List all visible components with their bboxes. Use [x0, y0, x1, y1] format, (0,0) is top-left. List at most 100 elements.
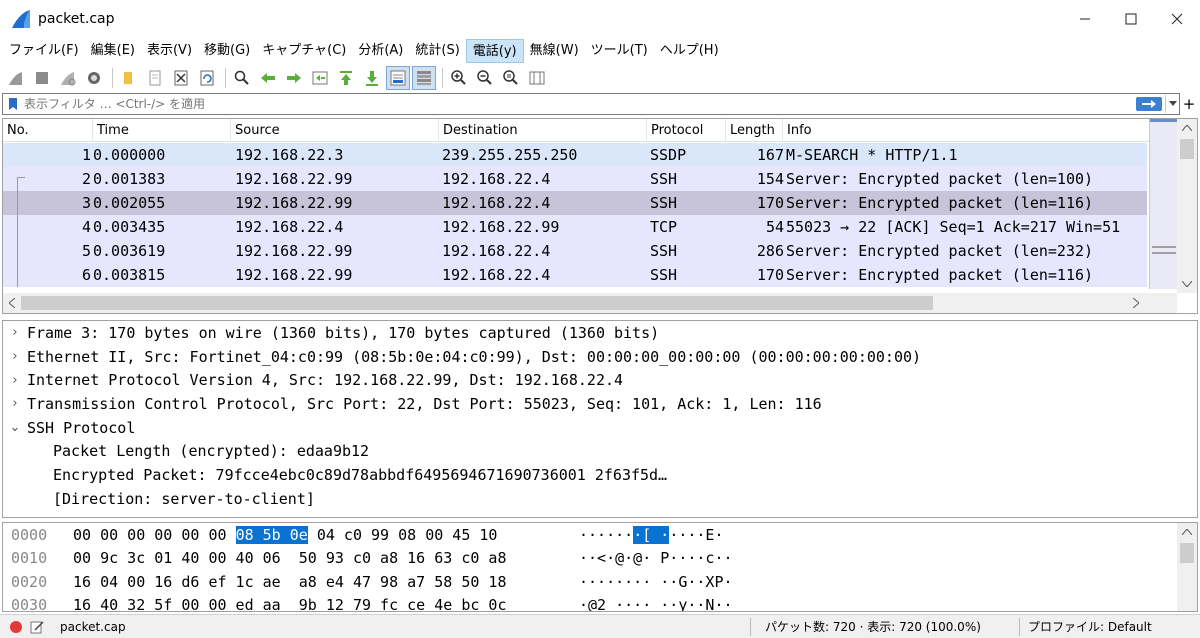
stop-capture-button[interactable]: [30, 66, 54, 90]
menu-capture[interactable]: キャプチャ(C): [256, 39, 352, 63]
status-packet-stats: パケット数: 720 · 表示: 720 (100.0%): [765, 620, 981, 634]
tree-item-ipv4[interactable]: › Internet Protocol Version 4, Src: 192.…: [3, 368, 1197, 392]
collapse-arrow-icon[interactable]: ⌄: [3, 420, 27, 435]
restart-capture-button[interactable]: [56, 66, 80, 90]
packet-row[interactable]: 6 0.003815 192.168.22.99 192.168.22.4 SS…: [3, 263, 1147, 287]
column-header-length[interactable]: Length: [726, 119, 783, 142]
reload-button[interactable]: [195, 66, 219, 90]
find-packet-button[interactable]: [230, 66, 254, 90]
menu-go[interactable]: 移動(G): [198, 39, 256, 63]
add-filter-button[interactable]: +: [1181, 96, 1197, 112]
resize-columns-button[interactable]: [525, 66, 549, 90]
go-to-packet-button[interactable]: [308, 66, 332, 90]
tree-item-ethernet[interactable]: › Ethernet II, Src: Fortinet_04:c0:99 (0…: [3, 345, 1197, 369]
tree-item-direction[interactable]: [Direction: server-to-client]: [3, 487, 1197, 511]
column-header-no[interactable]: No.: [3, 119, 93, 142]
tree-item-label: Internet Protocol Version 4, Src: 192.16…: [27, 371, 624, 390]
first-packet-button[interactable]: [334, 66, 358, 90]
menu-edit[interactable]: 編集(E): [85, 39, 141, 63]
byte-row[interactable]: 0000 00 00 00 00 00 00 08 5b 0e 04 c0 99…: [3, 523, 1197, 547]
search-icon: [234, 70, 249, 85]
tree-item-label: Transmission Control Protocol, Src Port:…: [27, 394, 822, 413]
byte-row[interactable]: 0010 00 9c 3c 01 40 00 40 06 50 93 c0 a8…: [3, 547, 1197, 571]
scroll-thumb[interactable]: [21, 296, 933, 310]
tree-item-ssh[interactable]: ⌄ SSH Protocol: [3, 416, 1197, 440]
capture-options-button[interactable]: [82, 66, 106, 90]
packet-row[interactable]: 1 0.000000 192.168.22.3 239.255.255.250 …: [3, 143, 1147, 167]
byte-offset: 0010: [11, 549, 48, 568]
start-capture-button[interactable]: [4, 66, 28, 90]
column-header-time[interactable]: Time: [93, 119, 231, 142]
byte-row[interactable]: 0020 16 04 00 16 d6 ef 1c ae a8 e4 47 98…: [3, 570, 1197, 594]
packet-row[interactable]: 4 0.003435 192.168.22.4 192.168.22.99 TC…: [3, 215, 1147, 239]
chevron-up-icon[interactable]: [1177, 119, 1197, 137]
toolbar-separator: [225, 68, 226, 88]
expand-arrow-icon[interactable]: ›: [3, 396, 27, 411]
scroll-thumb[interactable]: [1180, 543, 1194, 563]
go-back-button[interactable]: [256, 66, 280, 90]
packet-row[interactable]: 2 0.001383 192.168.22.99 192.168.22.4 SS…: [3, 167, 1147, 191]
expand-arrow-icon[interactable]: ›: [3, 373, 27, 388]
minimize-button[interactable]: [1062, 0, 1108, 38]
bookmark-icon[interactable]: [6, 97, 20, 111]
packet-minimap[interactable]: [1149, 119, 1178, 289]
tree-item-frame[interactable]: › Frame 3: 170 bytes on wire (1360 bits)…: [3, 321, 1197, 345]
chevron-up-icon[interactable]: [1177, 523, 1197, 541]
tree-item-tcp[interactable]: › Transmission Control Protocol, Src Por…: [3, 392, 1197, 416]
scroll-thumb[interactable]: [1180, 139, 1194, 159]
close-file-icon: [174, 70, 188, 86]
column-header-protocol[interactable]: Protocol: [647, 119, 726, 142]
packet-info: 55023 → 22 [ACK] Seq=1 Ack=217 Win=51: [786, 218, 1121, 236]
close-icon: [1171, 13, 1183, 25]
column-header-source[interactable]: Source: [231, 119, 439, 142]
menu-statistics[interactable]: 統計(S): [409, 39, 465, 63]
chevron-down-icon[interactable]: [1177, 275, 1197, 293]
zoom-in-button[interactable]: [447, 66, 471, 90]
expand-arrow-icon[interactable]: ›: [3, 349, 27, 364]
packet-row-selected[interactable]: 3 0.002055 192.168.22.99 192.168.22.4 SS…: [3, 191, 1147, 215]
tree-item-packet-length[interactable]: Packet Length (encrypted): edaa9b12: [3, 439, 1197, 463]
open-file-button[interactable]: [117, 66, 141, 90]
packet-row[interactable]: 5 0.003619 192.168.22.99 192.168.22.4 SS…: [3, 239, 1147, 263]
reload-icon: [200, 70, 214, 86]
capture-status-icon[interactable]: [10, 620, 22, 633]
byte-row[interactable]: 0030 16 40 32 5f 00 00 ed aa 9b 12 79 fc…: [3, 594, 1197, 611]
packet-list-hscroll[interactable]: [3, 293, 1177, 313]
autoscroll-button[interactable]: [386, 66, 410, 90]
apply-filter-button[interactable]: [1136, 97, 1162, 111]
edit-comment-icon[interactable]: [30, 620, 44, 634]
status-profile[interactable]: プロファイル: Default: [1020, 618, 1152, 635]
menu-tools[interactable]: ツール(T): [585, 39, 654, 63]
menu-wireless[interactable]: 無線(W): [524, 39, 585, 63]
menu-telephony[interactable]: 電話(y): [465, 39, 524, 63]
chevron-left-icon[interactable]: [3, 293, 21, 313]
arrow-left-icon: [261, 73, 275, 83]
column-header-info[interactable]: Info: [783, 119, 1177, 142]
menu-view[interactable]: 表示(V): [141, 39, 198, 63]
menu-help[interactable]: ヘルプ(H): [654, 39, 725, 63]
menu-analyze[interactable]: 分析(A): [352, 39, 409, 63]
save-file-button[interactable]: [143, 66, 167, 90]
bytes-vscroll[interactable]: [1177, 523, 1197, 611]
menu-file[interactable]: ファイル(F): [3, 39, 85, 63]
arrow-right-icon: [287, 73, 301, 83]
tree-item-label: Frame 3: 170 bytes on wire (1360 bits), …: [27, 323, 660, 342]
close-button[interactable]: [1154, 0, 1200, 38]
colorize-button[interactable]: [412, 66, 436, 90]
zoom-out-button[interactable]: [473, 66, 497, 90]
byte-ascii: ·······[ ·····E·: [579, 525, 724, 544]
display-filter-input[interactable]: [24, 95, 1136, 113]
maximize-button[interactable]: [1108, 0, 1154, 38]
packet-bytes: 0000 00 00 00 00 00 00 08 5b 0e 04 c0 99…: [2, 522, 1198, 612]
expand-arrow-icon[interactable]: ›: [3, 325, 27, 340]
filter-history-dropdown[interactable]: [1165, 95, 1179, 113]
last-packet-button[interactable]: [360, 66, 384, 90]
chevron-down-icon: [1168, 101, 1177, 106]
close-file-button[interactable]: [169, 66, 193, 90]
tree-item-encrypted-packet[interactable]: Encrypted Packet: 79fcce4ebc0c89d78abbdf…: [3, 463, 1197, 487]
chevron-right-icon[interactable]: [1127, 293, 1145, 313]
column-header-destination[interactable]: Destination: [439, 119, 647, 142]
packet-list-vscroll[interactable]: [1177, 119, 1197, 293]
go-forward-button[interactable]: [282, 66, 306, 90]
normal-size-button[interactable]: [499, 66, 523, 90]
